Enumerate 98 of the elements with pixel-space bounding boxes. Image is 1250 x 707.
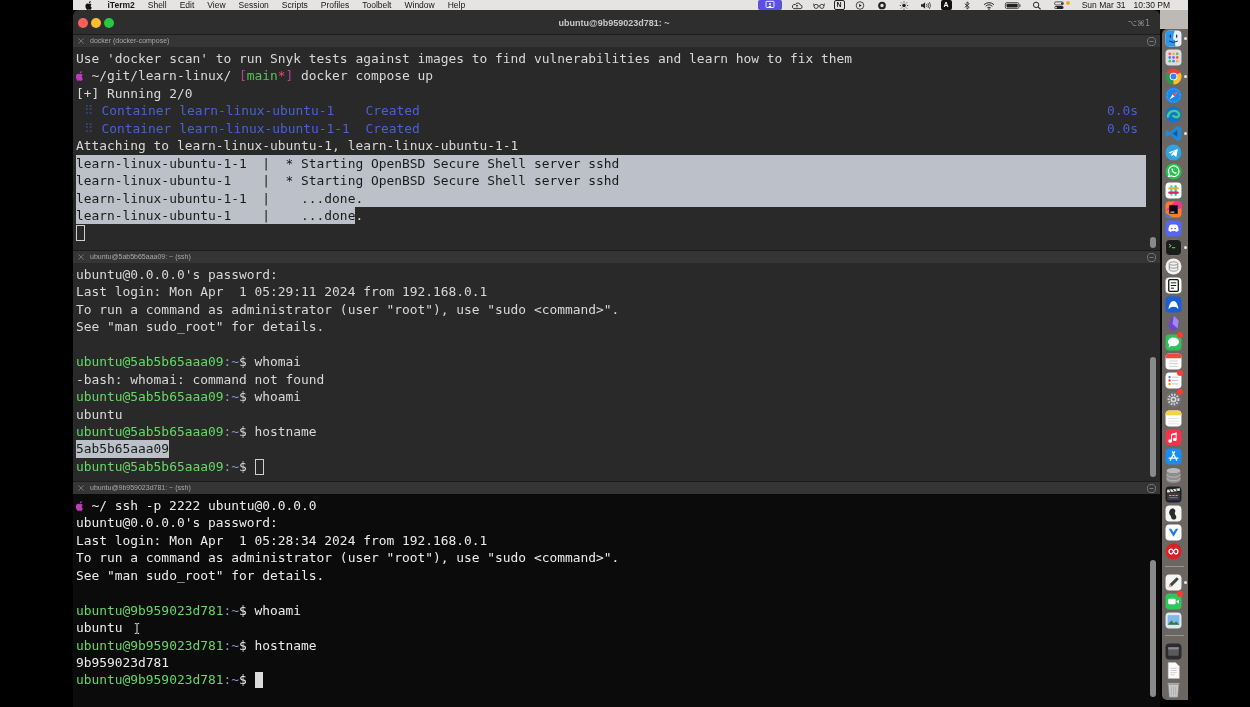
face-icon[interactable]	[1165, 30, 1182, 47]
battery-icon[interactable]	[1003, 0, 1022, 10]
terminal-text: Last login: Mon Apr 1 05:28:34 2024 from 192.168.0.1	[76, 531, 488, 550]
zoom-icon[interactable]	[104, 18, 114, 28]
menu-item[interactable]: Profiles	[314, 0, 356, 10]
minus-circle-icon[interactable]	[1147, 483, 1156, 493]
highlighted-text: learn-linux-ubuntu-1 | * Starting OpenBSD Secure Shell server sshd	[76, 172, 620, 190]
terminal-text: -bash: whomai: command not found	[76, 370, 325, 389]
screen-share-icon[interactable]	[757, 0, 782, 10]
triangle-lines-icon[interactable]	[1165, 448, 1182, 465]
calendar-icon[interactable]	[1165, 353, 1182, 370]
terminal-text: ubuntu@0.0.0.0's password:	[76, 266, 278, 284]
cloud-icon[interactable]	[789, 0, 804, 10]
terminal-icon[interactable]	[1165, 239, 1182, 256]
menu-item[interactable]: Help	[441, 0, 472, 10]
pen-paper-icon[interactable]	[1165, 574, 1182, 591]
highlighted-text: 5ab5b65aaa09	[76, 440, 170, 458]
menu-item[interactable]: Toolbelt	[355, 0, 398, 10]
terminal-text: ubuntu@9b959023d781:~$	[76, 671, 248, 689]
terminal-text: ubuntu	[76, 405, 123, 423]
window-tile-icon[interactable]	[1165, 643, 1182, 660]
terminal-text: Last login: Mon Apr 1 05:29:11 2024 from 192.168.0.1	[76, 283, 488, 301]
terminal-text: ubuntu@0.0.0.0's password:	[76, 514, 278, 532]
terminal-text: ⠿ Container learn-linux-ubuntu-1 Created	[82, 102, 420, 120]
terminal-text: See "man sudo_root" for details.	[76, 318, 325, 336]
close-icon[interactable]	[78, 254, 84, 260]
figure-tile-icon[interactable]	[1165, 505, 1182, 522]
close-icon[interactable]	[78, 485, 84, 491]
minus-circle-icon[interactable]	[1147, 252, 1156, 262]
terminal-text: 9b959023d781	[76, 653, 170, 672]
terminal-text: ubuntu@9b959023d781:~$ whoami	[76, 601, 302, 620]
terminal-text: To run a command as administrator (user "root"), use "sudo <command>".	[76, 549, 620, 567]
close-icon[interactable]	[78, 18, 88, 28]
menu-bar-date[interactable]: Sun Mar 31	[1081, 0, 1126, 10]
disk-stack-icon[interactable]	[1165, 258, 1182, 275]
shortcut-label: ⌥⌘1	[1127, 18, 1150, 28]
clapperboard-icon[interactable]	[1165, 486, 1182, 503]
terminal-text: To run a command as administrator (user "root"), use "sudo <command>".	[76, 300, 620, 319]
phone-bubble-icon[interactable]	[1165, 163, 1182, 180]
notepad-icon[interactable]	[1165, 410, 1182, 427]
terminal-text: Attaching to learn-linux-ubuntu-1, learn-linux-ubuntu-1-1	[76, 137, 519, 155]
menu-item[interactable]: iTerm2	[101, 0, 142, 10]
terminal-text: Use 'docker scan' to run Snyk tests against images to find vulnerabilities and learn how to fix them	[76, 50, 853, 68]
menu-item[interactable]: Edit	[173, 0, 201, 10]
desktop-background	[1160, 10, 1188, 29]
terminal-text: See "man sudo_root" for details.	[76, 566, 325, 585]
terminal-text: ubuntu@5ab5b65aaa09:~$ hostname	[76, 422, 317, 441]
chevron-tile-icon[interactable]	[1165, 524, 1182, 541]
minimize-icon[interactable]	[91, 18, 101, 28]
document-tile-icon[interactable]	[1165, 277, 1182, 294]
menu-bar-clock[interactable]: 10:30 PM	[1133, 0, 1170, 10]
grid-icon[interactable]	[1165, 49, 1182, 66]
terminal-text: [+] Running 2/0	[76, 84, 193, 103]
game-controller-icon[interactable]	[1165, 220, 1182, 237]
apple-icon[interactable]	[85, 0, 93, 10]
wifi-icon[interactable]	[981, 0, 996, 10]
music-note-icon[interactable]	[1165, 429, 1182, 446]
picture-frame-icon[interactable]	[1165, 612, 1182, 629]
compass-icon[interactable]	[1165, 87, 1182, 104]
terminal-text: ~/ ssh -p 2222 ubuntu@0.0.0.0	[90, 497, 317, 515]
infinity-circle-icon[interactable]	[1165, 543, 1182, 560]
window-title: ubuntu@9b959023d781: ~	[558, 18, 670, 28]
speaker-icon[interactable]	[918, 0, 933, 10]
terminal-text: .	[355, 206, 364, 225]
duration-text: 0.0s	[1106, 119, 1138, 138]
scrollbar-thumb[interactable]	[1150, 357, 1156, 477]
document-icon[interactable]	[1165, 662, 1182, 679]
minus-circle-icon[interactable]	[1147, 36, 1156, 46]
terminal-text: ubuntu@5ab5b65aaa09:~$ whomai	[76, 353, 302, 371]
text-cursor-icon	[134, 623, 140, 634]
menu-item[interactable]: View	[200, 0, 233, 10]
terminal-text: ubuntu@9b959023d781:~$ hostname	[76, 636, 317, 654]
hash-icon[interactable]	[1165, 182, 1182, 199]
paper-plane-icon[interactable]	[1165, 144, 1182, 161]
scrollbar-thumb[interactable]	[1150, 560, 1156, 697]
menu-item[interactable]: Window	[398, 0, 442, 10]
video-camera-icon[interactable]	[1165, 593, 1182, 610]
checklist-icon[interactable]	[1165, 372, 1182, 389]
scrollbar-thumb[interactable]	[1150, 237, 1156, 248]
arch-icon[interactable]	[1165, 296, 1182, 313]
circle-logo-icon[interactable]	[1165, 68, 1182, 85]
duration-text: 0.0s	[1106, 102, 1138, 120]
close-icon[interactable]	[78, 38, 84, 44]
menu-item[interactable]: Shell	[141, 0, 174, 10]
swirl-icon[interactable]	[1165, 106, 1182, 123]
terminal-text: ubuntu@5ab5b65aaa09:~$ whoami	[76, 388, 302, 406]
terminal-text: ubuntu	[76, 619, 123, 637]
terminal-text: ubuntu@5ab5b65aaa09:~$	[76, 457, 248, 476]
trash-icon[interactable]	[1165, 681, 1182, 698]
gradient-tile-icon[interactable]	[1165, 201, 1182, 218]
message-bubble-icon[interactable]	[1165, 334, 1182, 351]
terminal-text: ⠿ Container learn-linux-ubuntu-1-1 Created	[82, 119, 420, 138]
control-center-icon[interactable]	[1051, 0, 1066, 10]
menu-item[interactable]: Scripts	[275, 0, 315, 10]
menu-item[interactable]: Session	[232, 0, 276, 10]
indicator-dot-icon[interactable]	[1065, 1, 1070, 5]
gear-icon[interactable]	[1165, 391, 1182, 408]
terminal-text: ~/git/learn-linux/ [main*] docker compose up	[90, 67, 433, 85]
